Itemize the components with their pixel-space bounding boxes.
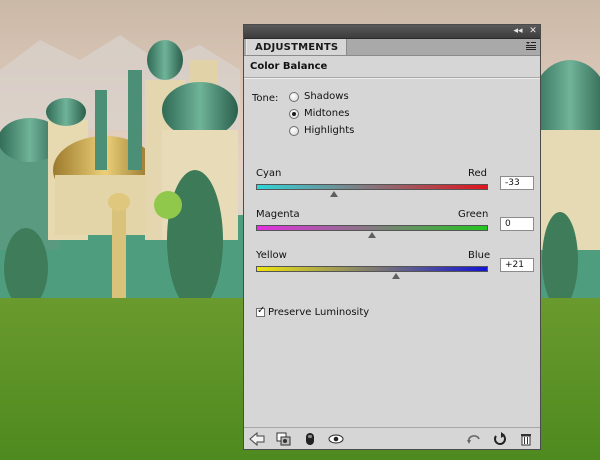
magenta-green-slider-track[interactable] — [256, 225, 488, 231]
yellow-blue-slider-thumb[interactable] — [392, 273, 401, 279]
slider-red-label: Red — [468, 168, 487, 179]
panel-title-bar[interactable]: ◂◂ ✕ — [244, 25, 540, 39]
preserve-luminosity-checkbox[interactable]: ✓ — [256, 305, 266, 317]
tone-label: Tone: — [252, 93, 279, 104]
slider-magenta-label: Magenta — [256, 209, 300, 220]
view-previous-state-icon[interactable] — [328, 432, 344, 446]
radio-shadows[interactable] — [289, 92, 299, 102]
panel-menu-icon[interactable] — [526, 42, 536, 50]
slider-green-label: Green — [458, 209, 489, 220]
yellow-blue-slider-track[interactable] — [256, 266, 488, 272]
cyan-red-slider-thumb[interactable] — [330, 191, 339, 197]
layer-visibility-eye-icon[interactable] — [302, 432, 318, 446]
panel-bottom-toolbar — [244, 427, 540, 450]
slider-blue-label: Blue — [468, 250, 491, 261]
previous-state-toggle-icon[interactable] — [466, 432, 482, 446]
radio-label-highlights: Highlights — [304, 125, 355, 136]
reset-icon[interactable] — [492, 432, 508, 446]
yellow-blue-value-input[interactable]: +21 — [500, 258, 534, 272]
magenta-green-slider-thumb[interactable] — [368, 232, 376, 238]
tab-adjustments[interactable]: ADJUSTMENTS — [246, 39, 348, 55]
cyan-red-slider-track[interactable] — [256, 184, 488, 190]
radio-label-midtones: Midtones — [304, 108, 350, 119]
preserve-luminosity-label: Preserve Luminosity — [268, 307, 370, 318]
adjustments-panel: ◂◂ ✕ ADJUSTMENTS Color Balance Tone: Sha… — [243, 24, 541, 450]
checkmark-icon: ✓ — [257, 305, 266, 316]
close-panel-button[interactable]: ✕ — [527, 26, 539, 36]
clip-to-layer-icon[interactable] — [276, 432, 292, 446]
panel-tab-row: ADJUSTMENTS — [244, 39, 540, 56]
adjustment-title: Color Balance — [250, 61, 328, 72]
slider-cyan-label: Cyan — [256, 168, 282, 179]
radio-highlights[interactable] — [289, 126, 299, 136]
delete-icon[interactable] — [518, 432, 534, 446]
collapse-panel-button[interactable]: ◂◂ — [512, 26, 524, 36]
back-arrow-icon[interactable] — [249, 432, 265, 446]
cyan-red-value-input[interactable]: -33 — [500, 176, 534, 190]
magenta-green-value-input[interactable]: 0 — [500, 217, 534, 231]
slider-yellow-label: Yellow — [256, 250, 287, 261]
radio-label-shadows: Shadows — [304, 91, 349, 102]
radio-midtones[interactable] — [289, 109, 299, 119]
divider — [244, 77, 540, 79]
